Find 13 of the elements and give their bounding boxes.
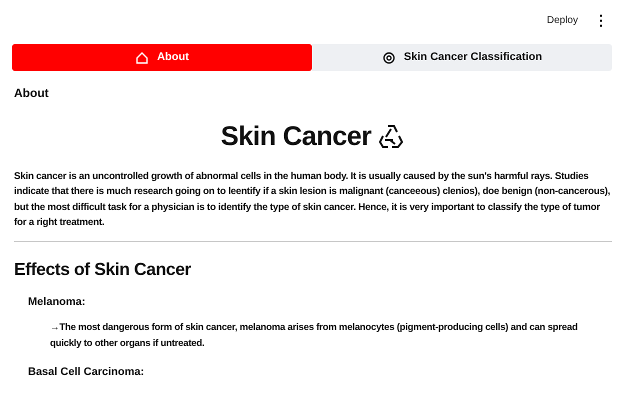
tab[interactable]: About [12, 44, 312, 71]
section-label: About [14, 85, 50, 102]
menu-button[interactable]: ⋮ [590, 13, 612, 27]
recycle-icon [379, 123, 404, 150]
section-heading: Effects of Skin Cancer [14, 258, 192, 280]
intro-paragraph: Skin cancer is an uncontrolled growth of abnormal cells in the human body. It is usually caused by the sun's harmful rays. Studies indicate that there is much research going on to leentify if a skin lesion is malignant (canceeous) clenios), doe benign (non-cancerous), but the most difficult task for a physician is to identify the type of skin cancer. Hence, it is very important to classify the type of tumor for a right treatment. [14, 170, 612, 230]
home-icon [135, 50, 150, 64]
tab[interactable]: Skin Cancer Classification [312, 44, 612, 71]
page-title: Skin Cancer [220, 120, 372, 153]
effect-description: →The most dangerous form of skin cancer, melanoma arises from melanocytes (pigment-producing cells) and can spread quickly to other organs if untreated. [50, 321, 579, 352]
deploy-button[interactable]: Deploy [542, 10, 582, 30]
effect-name: Basal Cell Carcinoma: [28, 365, 146, 380]
effect-name: Melanoma: [28, 294, 86, 310]
